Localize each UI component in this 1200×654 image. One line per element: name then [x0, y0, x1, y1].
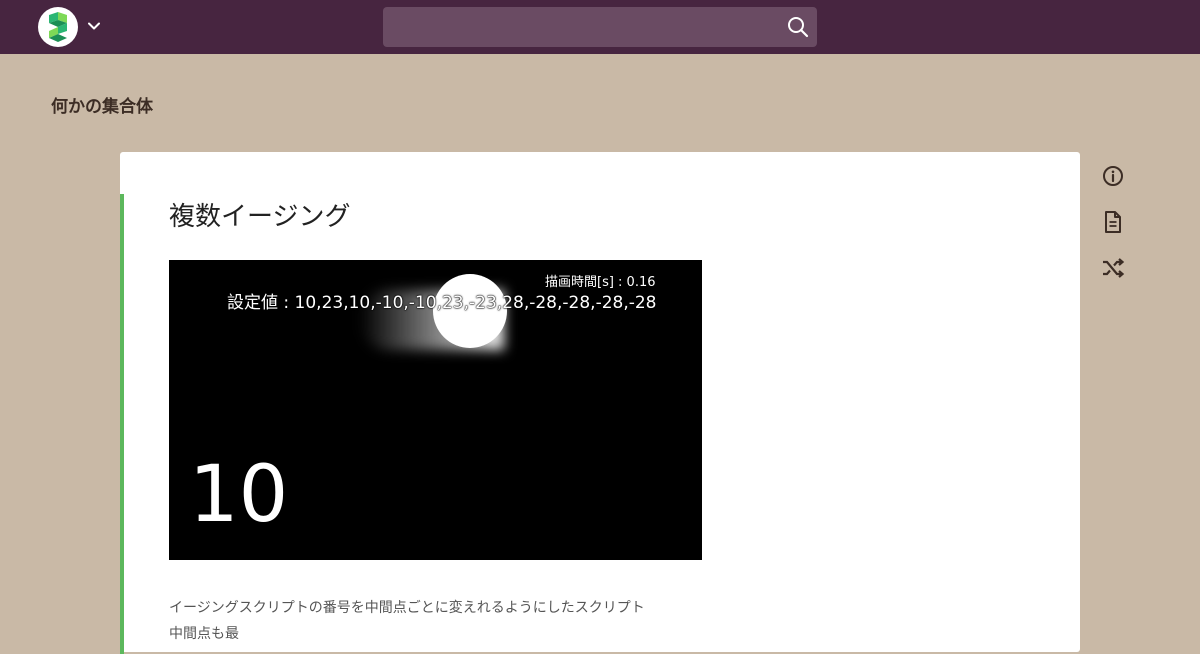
embedded-image[interactable]: 描画時間[s] : 0.16 設定値 : 10,23,10,-10,-10,23… — [169, 260, 702, 560]
setting-value-label: 設定値 : 10,23,10,-10,-10,23,-23,28,-28,-28… — [227, 293, 657, 313]
page-title[interactable]: 複数イージング — [169, 196, 350, 233]
line-marker — [120, 194, 124, 654]
info-icon[interactable] — [1100, 163, 1126, 189]
frame-number: 10 — [189, 450, 289, 540]
page-description: イージングスクリプトの番号を中間点ごとに変えれるようにしたスクリプト 中間点も最 — [169, 595, 645, 647]
description-line: 中間点も最 — [169, 626, 239, 642]
document-icon[interactable] — [1100, 209, 1126, 235]
search-box — [383, 7, 817, 47]
scrapbox-logo-icon[interactable] — [38, 7, 78, 47]
shuffle-icon[interactable] — [1100, 255, 1126, 281]
top-navbar — [0, 0, 1200, 54]
description-line: イージングスクリプトの番号を中間点ごとに変えれるようにしたスクリプト — [169, 600, 645, 616]
page-card: 複数イージング 描画時間[s] : 0.16 設定値 : 10,23,10,-1… — [120, 152, 1080, 654]
search-icon[interactable] — [785, 14, 811, 40]
page-side-tools — [1100, 163, 1126, 301]
project-title[interactable]: 何かの集合体 — [51, 92, 153, 117]
search-input[interactable] — [383, 7, 773, 47]
image-left-edge — [169, 260, 193, 560]
chevron-down-icon[interactable] — [85, 15, 103, 37]
